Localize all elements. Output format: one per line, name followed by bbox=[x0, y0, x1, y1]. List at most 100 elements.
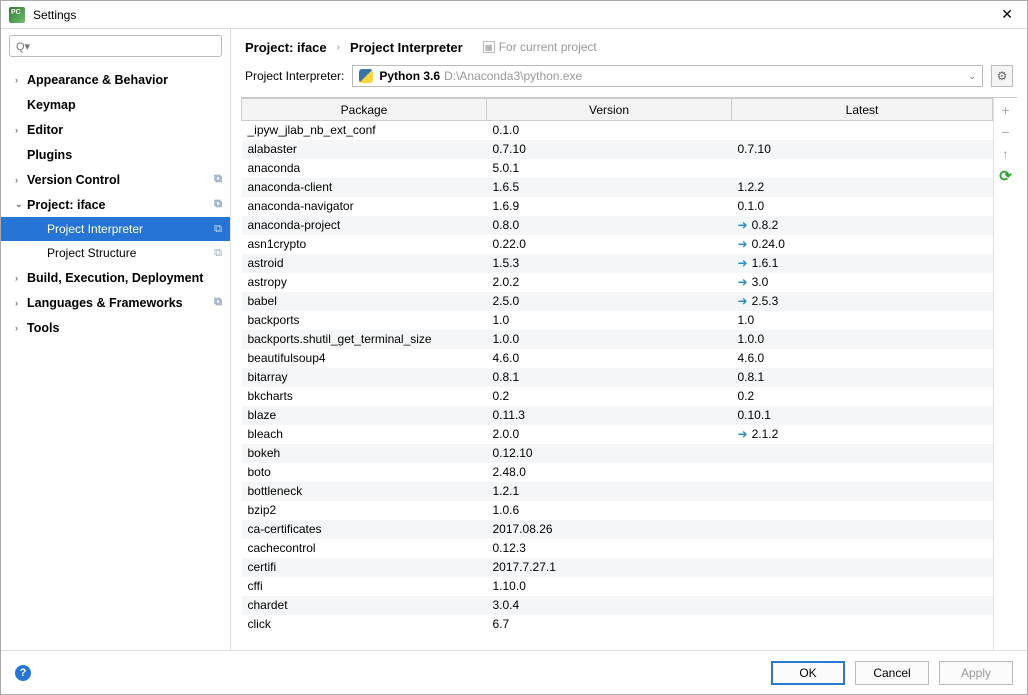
interpreter-dropdown[interactable]: Python 3.6 D:\Anaconda3\python.exe ⌄ bbox=[352, 65, 983, 87]
cell-package: bokeh bbox=[242, 444, 487, 463]
cell-package: ca-certificates bbox=[242, 520, 487, 539]
table-row[interactable]: anaconda-project0.8.0➜0.8.2 bbox=[242, 216, 993, 235]
apply-button[interactable]: Apply bbox=[939, 661, 1013, 685]
table-row[interactable]: boto2.48.0 bbox=[242, 463, 993, 482]
cell-version: 1.6.9 bbox=[487, 197, 732, 216]
cell-version: 1.5.3 bbox=[487, 254, 732, 273]
table-row[interactable]: astroid1.5.3➜1.6.1 bbox=[242, 254, 993, 273]
cell-latest: 0.10.1 bbox=[732, 406, 993, 425]
cell-package: cffi bbox=[242, 577, 487, 596]
table-row[interactable]: cachecontrol0.12.3 bbox=[242, 539, 993, 558]
sidebar-item-label: Build, Execution, Deployment bbox=[27, 271, 230, 285]
table-row[interactable]: blaze0.11.30.10.1 bbox=[242, 406, 993, 425]
search-input-wrapper[interactable]: Q▾ bbox=[9, 35, 222, 57]
table-row[interactable]: alabaster0.7.100.7.10 bbox=[242, 140, 993, 159]
sidebar-subitem[interactable]: Project Structure⧉ bbox=[1, 241, 230, 265]
chevron-icon: › bbox=[15, 298, 27, 308]
sidebar-item[interactable]: ›Build, Execution, Deployment bbox=[1, 265, 230, 290]
sidebar-subitem-label: Project Structure bbox=[47, 246, 214, 260]
col-latest[interactable]: Latest bbox=[732, 99, 993, 121]
table-row[interactable]: click6.7 bbox=[242, 615, 993, 634]
cell-package: astroid bbox=[242, 254, 487, 273]
cell-package: bzip2 bbox=[242, 501, 487, 520]
cell-latest: 4.6.0 bbox=[732, 349, 993, 368]
chevron-icon: › bbox=[15, 273, 27, 283]
update-arrow-icon: ➜ bbox=[738, 275, 748, 289]
cell-latest bbox=[732, 539, 993, 558]
cell-latest bbox=[732, 482, 993, 501]
cell-latest bbox=[732, 463, 993, 482]
sidebar-item[interactable]: ›Languages & Frameworks⧉ bbox=[1, 290, 230, 315]
sidebar-subitem[interactable]: Project Interpreter⧉ bbox=[1, 217, 230, 241]
table-row[interactable]: asn1crypto0.22.0➜0.24.0 bbox=[242, 235, 993, 254]
latest-value: 2.1.2 bbox=[752, 427, 779, 441]
close-icon[interactable]: ✕ bbox=[995, 6, 1019, 23]
cell-version: 0.1.0 bbox=[487, 121, 732, 140]
cell-latest bbox=[732, 558, 993, 577]
cell-package: anaconda-project bbox=[242, 216, 487, 235]
cell-version: 2.0.2 bbox=[487, 273, 732, 292]
col-package[interactable]: Package bbox=[242, 99, 487, 121]
project-scope-icon: ⧉ bbox=[214, 198, 222, 211]
sidebar: Q▾ ›Appearance & BehaviorKeymap›EditorPl… bbox=[1, 29, 231, 650]
remove-package-button[interactable]: − bbox=[996, 122, 1016, 142]
ok-button[interactable]: OK bbox=[771, 661, 845, 685]
table-row[interactable]: bokeh0.12.10 bbox=[242, 444, 993, 463]
table-row[interactable]: bitarray0.8.10.8.1 bbox=[242, 368, 993, 387]
table-row[interactable]: ca-certificates2017.08.26 bbox=[242, 520, 993, 539]
sidebar-item-label: Keymap bbox=[27, 98, 230, 112]
sidebar-item[interactable]: ›Version Control⧉ bbox=[1, 167, 230, 192]
col-version[interactable]: Version bbox=[487, 99, 732, 121]
table-row[interactable]: anaconda5.0.1 bbox=[242, 159, 993, 178]
table-row[interactable]: babel2.5.0➜2.5.3 bbox=[242, 292, 993, 311]
table-row[interactable]: bkcharts0.20.2 bbox=[242, 387, 993, 406]
sidebar-item[interactable]: ›Appearance & Behavior bbox=[1, 67, 230, 92]
table-row[interactable]: chardet3.0.4 bbox=[242, 596, 993, 615]
help-icon[interactable]: ? bbox=[15, 665, 31, 681]
upgrade-package-button[interactable]: ↑ bbox=[996, 144, 1016, 164]
table-row[interactable]: backports1.01.0 bbox=[242, 311, 993, 330]
cell-version: 0.12.10 bbox=[487, 444, 732, 463]
table-row[interactable]: backports.shutil_get_terminal_size1.0.01… bbox=[242, 330, 993, 349]
cell-version: 0.8.1 bbox=[487, 368, 732, 387]
sidebar-item[interactable]: ⌄Project: iface⧉ bbox=[1, 192, 230, 217]
cell-package: bottleneck bbox=[242, 482, 487, 501]
cell-latest bbox=[732, 444, 993, 463]
sidebar-item[interactable]: Plugins bbox=[1, 142, 230, 167]
table-row[interactable]: astropy2.0.2➜3.0 bbox=[242, 273, 993, 292]
table-row[interactable]: bleach2.0.0➜2.1.2 bbox=[242, 425, 993, 444]
table-row[interactable]: _ipyw_jlab_nb_ext_conf0.1.0 bbox=[242, 121, 993, 140]
gear-icon[interactable]: ⚙ bbox=[991, 65, 1013, 87]
sidebar-item-label: Version Control bbox=[27, 173, 214, 187]
cell-latest: 1.0.0 bbox=[732, 330, 993, 349]
table-row[interactable]: certifi2017.7.27.1 bbox=[242, 558, 993, 577]
cell-version: 0.2 bbox=[487, 387, 732, 406]
cell-version: 1.0 bbox=[487, 311, 732, 330]
cell-version: 0.12.3 bbox=[487, 539, 732, 558]
cancel-button[interactable]: Cancel bbox=[855, 661, 929, 685]
sidebar-item[interactable]: ›Editor bbox=[1, 117, 230, 142]
cell-package: beautifulsoup4 bbox=[242, 349, 487, 368]
sidebar-item[interactable]: Keymap bbox=[1, 92, 230, 117]
search-input[interactable] bbox=[34, 39, 215, 53]
sidebar-item[interactable]: ›Tools bbox=[1, 315, 230, 340]
sidebar-subitem-label: Project Interpreter bbox=[47, 222, 214, 236]
sidebar-item-label: Editor bbox=[27, 123, 230, 137]
table-row[interactable]: bzip21.0.6 bbox=[242, 501, 993, 520]
latest-value: 1.6.1 bbox=[752, 256, 779, 270]
table-row[interactable]: bottleneck1.2.1 bbox=[242, 482, 993, 501]
project-scope-icon: ▦ bbox=[483, 41, 495, 53]
cell-version: 0.22.0 bbox=[487, 235, 732, 254]
table-row[interactable]: beautifulsoup44.6.04.6.0 bbox=[242, 349, 993, 368]
add-package-button[interactable]: + bbox=[996, 100, 1016, 120]
table-row[interactable]: cffi1.10.0 bbox=[242, 577, 993, 596]
table-row[interactable]: anaconda-client1.6.51.2.2 bbox=[242, 178, 993, 197]
table-row[interactable]: anaconda-navigator1.6.90.1.0 bbox=[242, 197, 993, 216]
table-side-buttons: + − ↑ ⟳ bbox=[993, 98, 1017, 650]
cell-package: _ipyw_jlab_nb_ext_conf bbox=[242, 121, 487, 140]
cell-latest bbox=[732, 577, 993, 596]
latest-value: 0.1.0 bbox=[738, 199, 765, 213]
cell-package: anaconda-client bbox=[242, 178, 487, 197]
refresh-button[interactable]: ⟳ bbox=[996, 166, 1016, 186]
latest-value: 1.2.2 bbox=[738, 180, 765, 194]
